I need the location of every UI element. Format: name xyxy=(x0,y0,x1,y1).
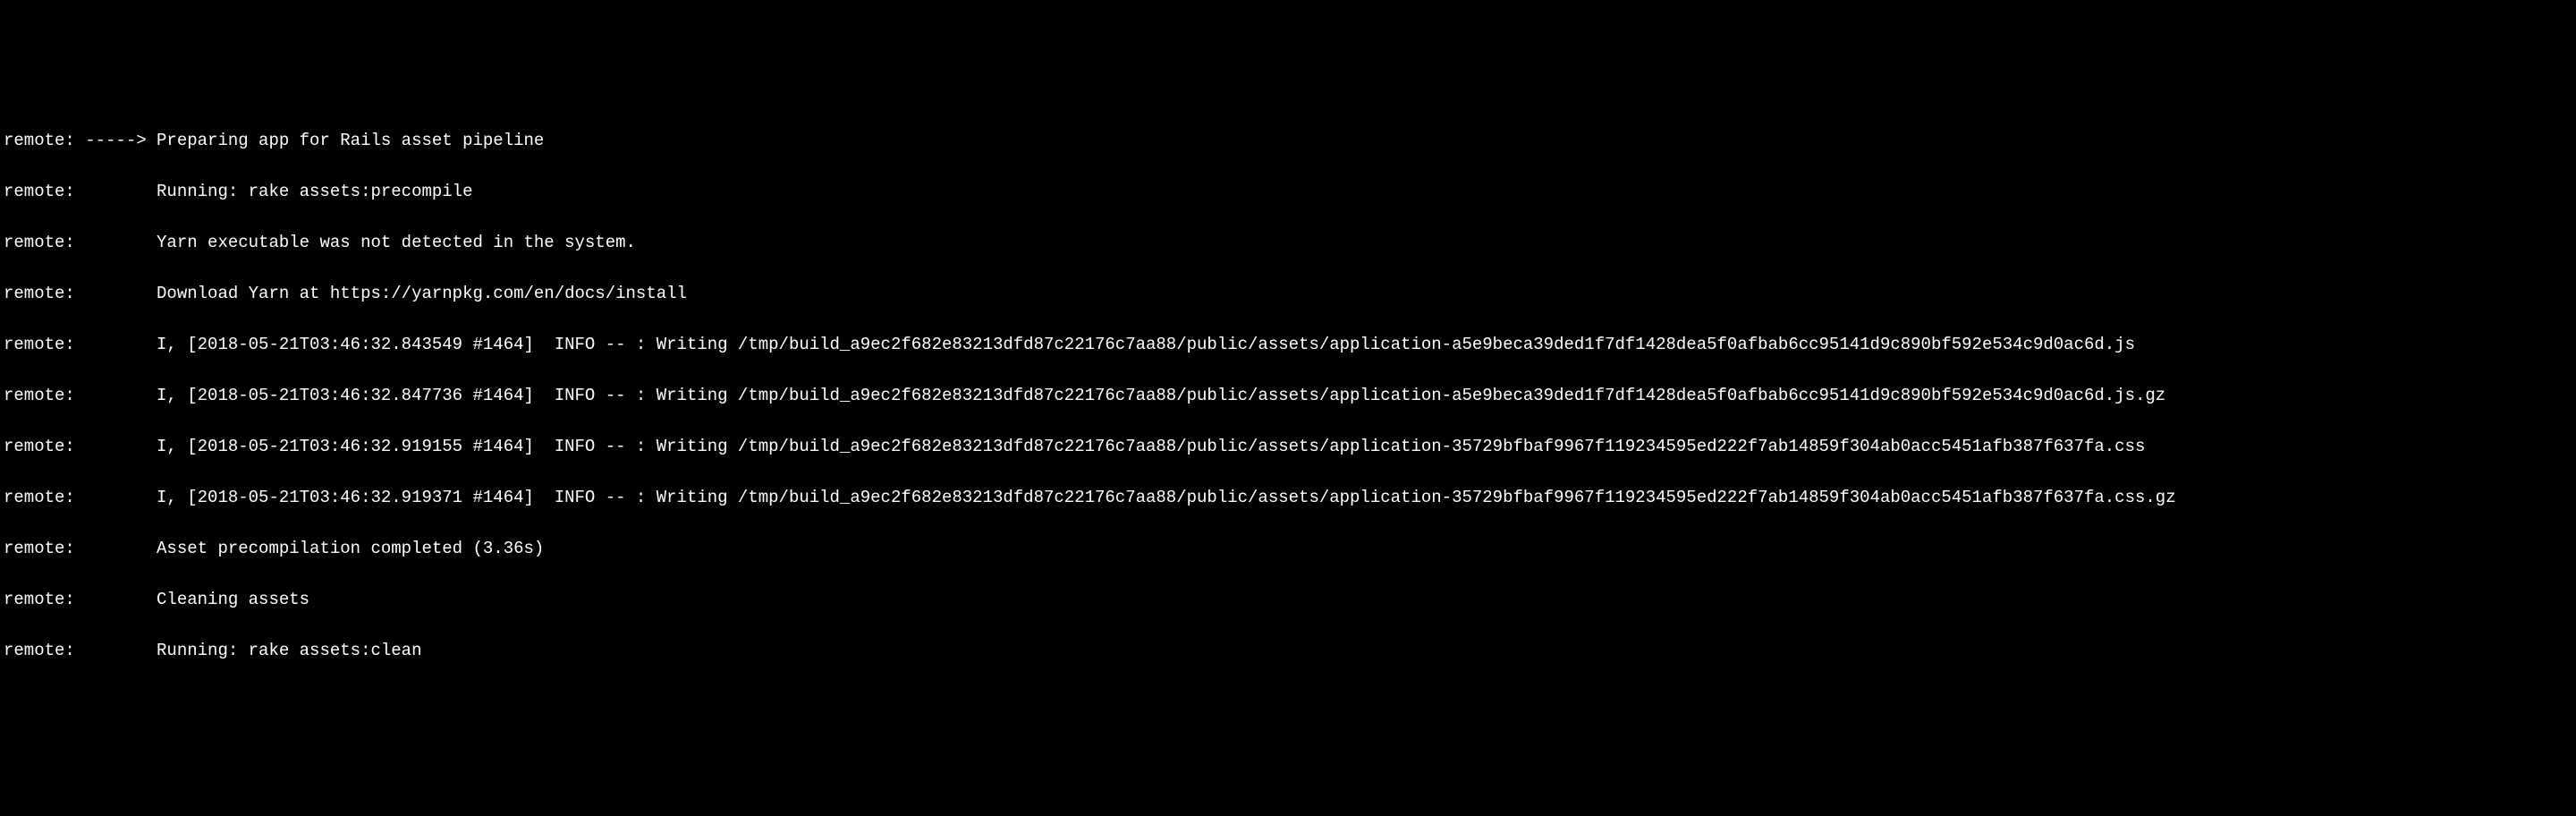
log-line: remote: -----> Preparing app for Rails a… xyxy=(4,128,2572,154)
log-line: remote: Cleaning assets xyxy=(4,587,2572,613)
log-line: remote: Download Yarn at https://yarnpkg… xyxy=(4,281,2572,307)
log-line: remote: I, [2018-05-21T03:46:32.847736 #… xyxy=(4,383,2572,409)
log-line: remote: Asset precompilation completed (… xyxy=(4,536,2572,562)
log-line: remote: I, [2018-05-21T03:46:32.919155 #… xyxy=(4,434,2572,460)
log-line: remote: Running: rake assets:clean xyxy=(4,638,2572,664)
log-line: remote: I, [2018-05-21T03:46:32.843549 #… xyxy=(4,332,2572,358)
log-line: remote: Running: rake assets:precompile xyxy=(4,179,2572,205)
terminal-output: remote: -----> Preparing app for Rails a… xyxy=(0,102,2576,689)
log-line: remote: I, [2018-05-21T03:46:32.919371 #… xyxy=(4,485,2572,511)
log-line: remote: Yarn executable was not detected… xyxy=(4,230,2572,256)
